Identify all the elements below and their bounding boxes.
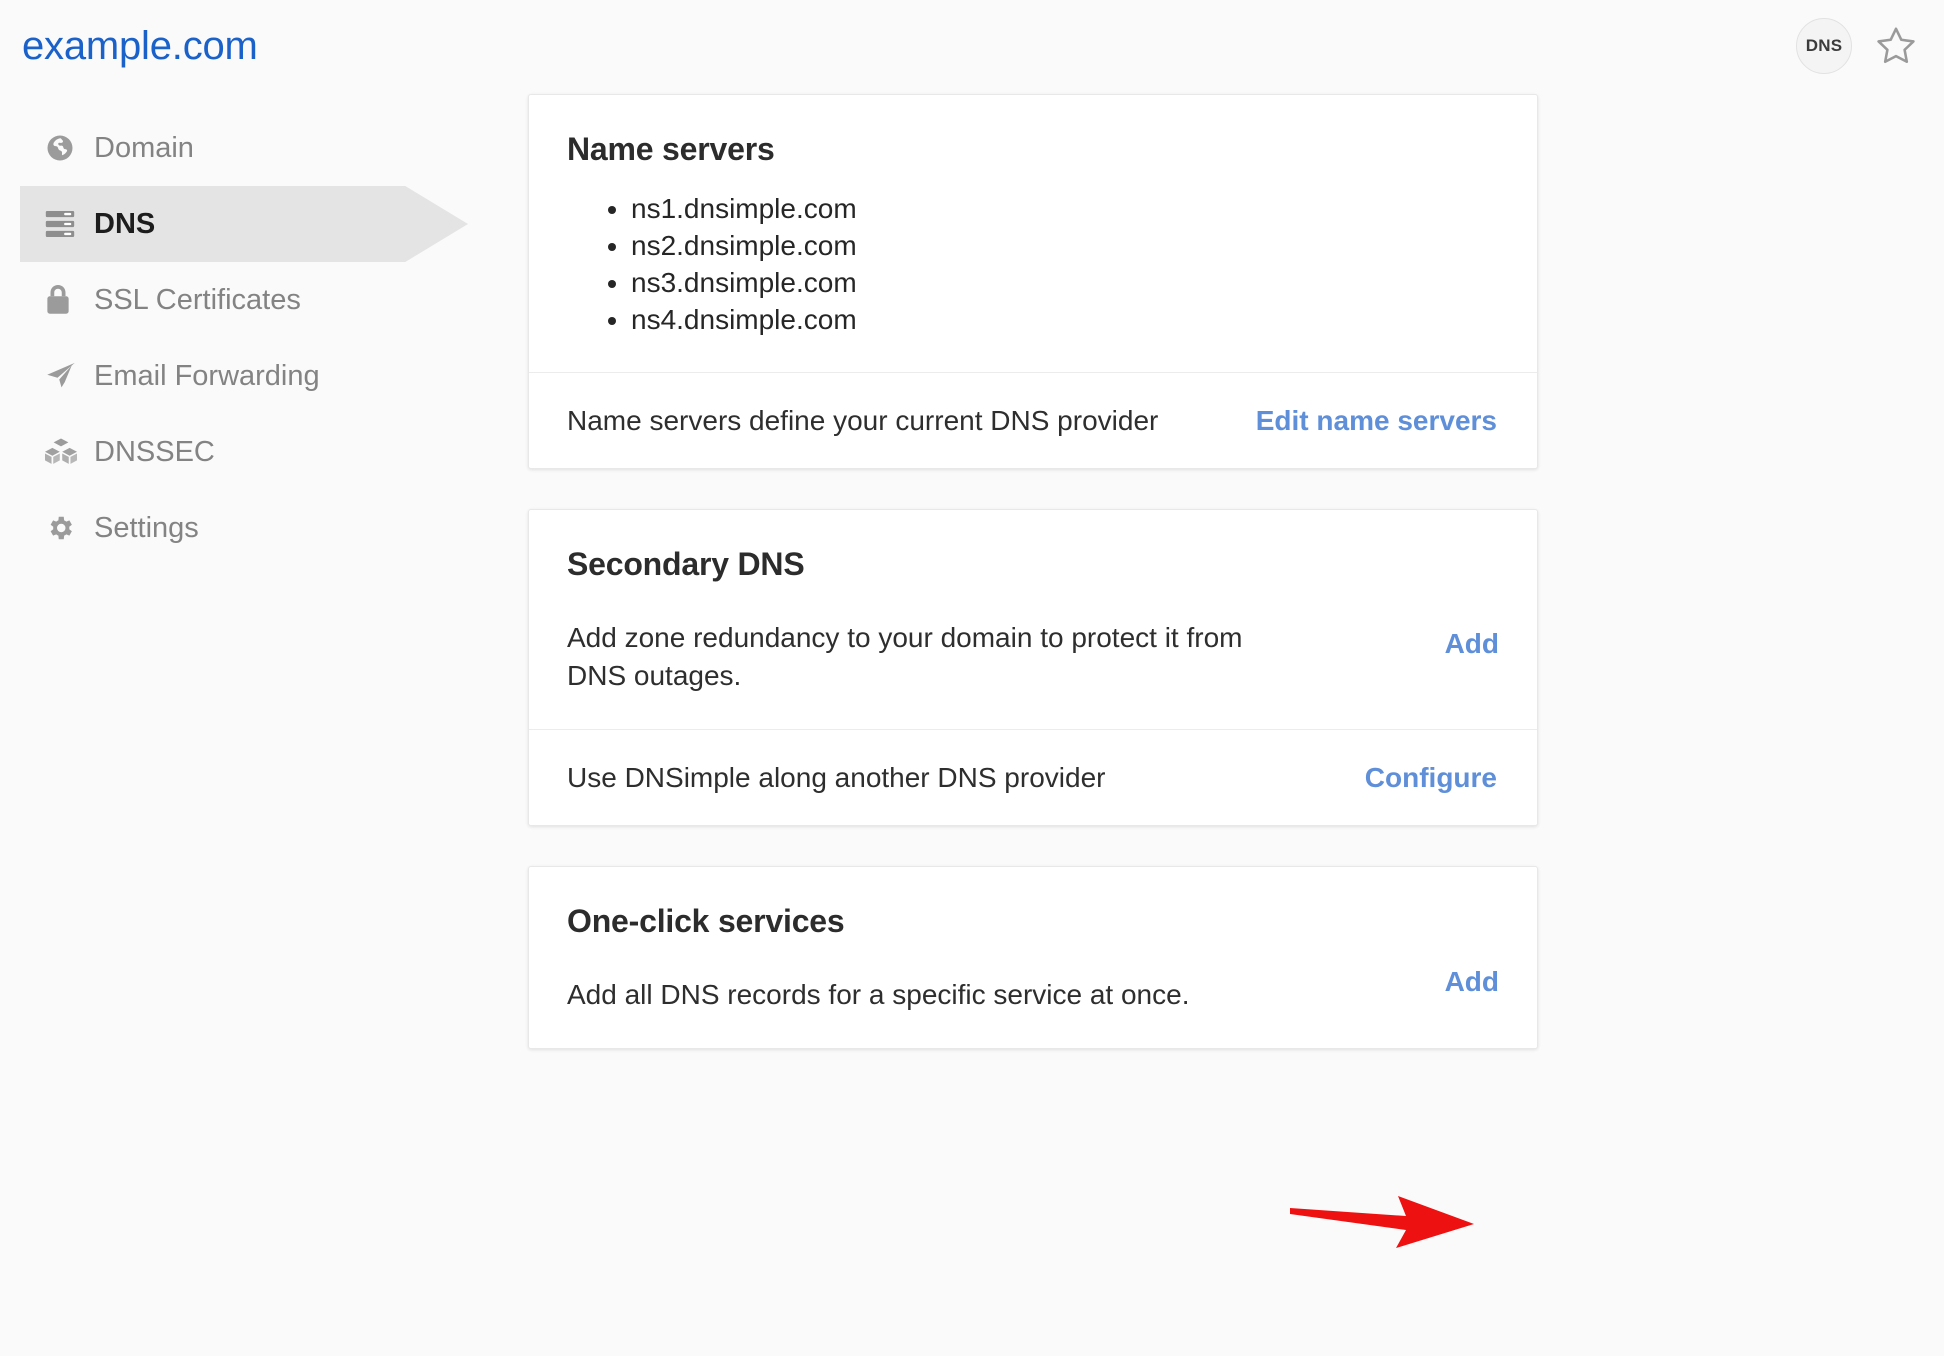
gear-icon [45,513,85,543]
card-title: Name servers [567,131,775,167]
red-arrow-annotation-icon [1288,1186,1478,1261]
one-click-add-link[interactable]: Add [1445,966,1499,998]
sidebar-item-label: SSL Certificates [94,284,301,316]
sidebar-item-ssl-certificates[interactable]: SSL Certificates [0,262,500,338]
secondary-dns-footer-row: Use DNSimple along another DNS provider … [529,729,1537,825]
name-servers-footer-row: Name servers define your current DNS pro… [529,372,1537,468]
paper-plane-icon [45,361,85,391]
secondary-dns-desc-row: Add zone redundancy to your domain to pr… [567,593,1499,695]
page-title[interactable]: example.com [22,22,258,70]
lock-icon [45,285,85,315]
sidebar-item-label: DNSSEC [94,436,215,468]
secondary-dns-configure-link[interactable]: Configure [1365,762,1497,794]
list-item: ns2.dnsimple.com [631,227,1499,264]
name-servers-footer-text: Name servers define your current DNS pro… [567,404,1159,436]
sidebar-item-label: Settings [94,512,199,544]
sidebar-item-dnssec[interactable]: DNSSEC [0,414,500,490]
card-title: Secondary DNS [567,546,805,582]
one-click-desc-row: Add all DNS records for a specific servi… [567,950,1499,1014]
header-actions: DNS [1796,18,1918,74]
globe-icon [45,133,85,163]
one-click-services-body: One-click services Add all DNS records f… [529,867,1537,1048]
dns-badge[interactable]: DNS [1796,18,1852,74]
one-click-description: Add all DNS records for a specific servi… [567,979,1190,1010]
secondary-dns-add-link[interactable]: Add [1445,628,1499,660]
sidebar-item-dns[interactable]: DNS [20,186,468,262]
secondary-dns-card: Secondary DNS Add zone redundancy to you… [528,509,1538,826]
name-servers-card: Name servers ns1.dnsimple.com ns2.dnsimp… [528,94,1538,469]
sidebar-item-settings[interactable]: Settings [0,490,500,566]
list-item: ns1.dnsimple.com [631,190,1499,227]
sidebar-item-label: Domain [94,132,194,164]
name-servers-list: ns1.dnsimple.com ns2.dnsimple.com ns3.dn… [567,190,1499,338]
dns-settings-page: example.com DNS Domain DNS SSL Certifica… [0,0,1944,1356]
star-outline-icon[interactable] [1874,24,1918,68]
sidebar-item-email-forwarding[interactable]: Email Forwarding [0,338,500,414]
server-stack-icon [45,211,85,237]
secondary-dns-body: Secondary DNS Add zone redundancy to you… [529,510,1537,729]
secondary-dns-description: Add zone redundancy to your domain to pr… [567,622,1243,691]
cubes-icon [45,438,85,466]
name-servers-body: Name servers ns1.dnsimple.com ns2.dnsimp… [529,95,1537,372]
secondary-dns-footer-text: Use DNSimple along another DNS provider [567,761,1106,793]
sidebar-item-label: DNS [94,208,156,240]
edit-name-servers-link[interactable]: Edit name servers [1256,405,1497,437]
one-click-services-card: One-click services Add all DNS records f… [528,866,1538,1049]
sidebar-item-domain[interactable]: Domain [0,110,500,186]
page-header: example.com DNS [0,0,1944,100]
list-item: ns3.dnsimple.com [631,264,1499,301]
card-title: One-click services [567,903,845,939]
sidebar-item-label: Email Forwarding [94,360,320,392]
sidebar-nav: Domain DNS SSL Certificates Email Forwar… [0,110,500,566]
main-content: Name servers ns1.dnsimple.com ns2.dnsimp… [528,94,1538,1089]
list-item: ns4.dnsimple.com [631,301,1499,338]
